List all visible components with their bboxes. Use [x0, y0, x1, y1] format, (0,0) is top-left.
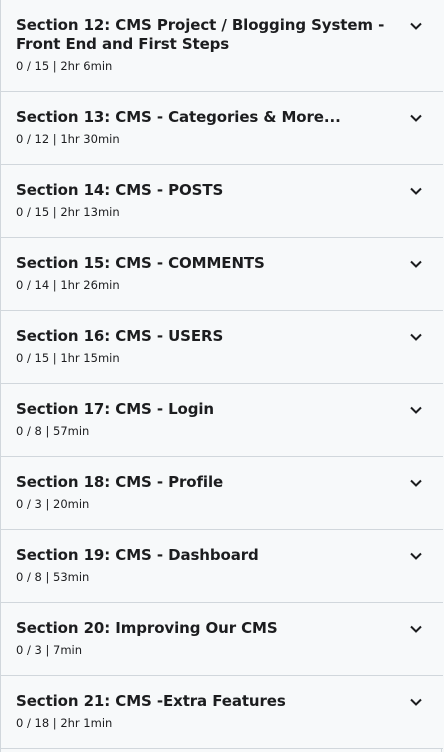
section-title: Section 13: CMS - Categories & More... — [16, 108, 341, 126]
section-meta: 0 / 3 | 20min — [16, 497, 90, 511]
chevron-down-icon — [409, 478, 423, 488]
chevron-down-icon — [409, 405, 423, 415]
section-title: Section 19: CMS - Dashboard — [16, 546, 259, 564]
section-title: Section 18: CMS - Profile — [16, 473, 224, 491]
chevron-down-icon — [409, 624, 423, 634]
section-meta: 0 / 15 | 2hr 6min — [16, 59, 113, 73]
section-title: Section 14: CMS - POSTS — [16, 181, 224, 199]
section-meta: 0 / 12 | 1hr 30min — [16, 132, 120, 146]
chevron-down-icon — [409, 259, 423, 269]
section-17[interactable]: Section 17: CMS - Login 0 / 8 | 57min — [1, 384, 443, 457]
course-content-panel: Section 12: CMS Project / Blogging Syste… — [0, 0, 443, 752]
section-12[interactable]: Section 12: CMS Project / Blogging Syste… — [1, 0, 443, 92]
section-title: Section 12: CMS Project / Blogging Syste… — [16, 16, 385, 53]
chevron-down-icon — [409, 332, 423, 342]
section-meta: 0 / 15 | 1hr 15min — [16, 351, 120, 365]
chevron-down-icon — [409, 21, 423, 31]
section-meta: 0 / 3 | 7min — [16, 643, 83, 657]
section-title: Section 20: Improving Our CMS — [16, 619, 278, 637]
section-meta: 0 / 8 | 57min — [16, 424, 90, 438]
chevron-down-icon — [409, 697, 423, 707]
section-title: Section 21: CMS -Extra Features — [16, 692, 286, 710]
section-title: Section 16: CMS - USERS — [16, 327, 224, 345]
section-18[interactable]: Section 18: CMS - Profile 0 / 3 | 20min — [1, 457, 443, 530]
section-title: Section 15: CMS - COMMENTS — [16, 254, 265, 272]
section-16[interactable]: Section 16: CMS - USERS 0 / 15 | 1hr 15m… — [1, 311, 443, 384]
section-14[interactable]: Section 14: CMS - POSTS 0 / 15 | 2hr 13m… — [1, 165, 443, 238]
chevron-down-icon — [409, 551, 423, 561]
section-meta: 0 / 14 | 1hr 26min — [16, 278, 120, 292]
section-meta: 0 / 15 | 2hr 13min — [16, 205, 120, 219]
section-19[interactable]: Section 19: CMS - Dashboard 0 / 8 | 53mi… — [1, 530, 443, 603]
chevron-down-icon — [409, 186, 423, 196]
section-meta: 0 / 8 | 53min — [16, 570, 90, 584]
section-meta: 0 / 18 | 2hr 1min — [16, 716, 113, 730]
section-title: Section 17: CMS - Login — [16, 400, 215, 418]
chevron-down-icon — [409, 113, 423, 123]
section-15[interactable]: Section 15: CMS - COMMENTS 0 / 14 | 1hr … — [1, 238, 443, 311]
section-20[interactable]: Section 20: Improving Our CMS 0 / 3 | 7m… — [1, 603, 443, 676]
section-21[interactable]: Section 21: CMS -Extra Features 0 / 18 |… — [1, 676, 443, 749]
section-13[interactable]: Section 13: CMS - Categories & More... 0… — [1, 92, 443, 165]
